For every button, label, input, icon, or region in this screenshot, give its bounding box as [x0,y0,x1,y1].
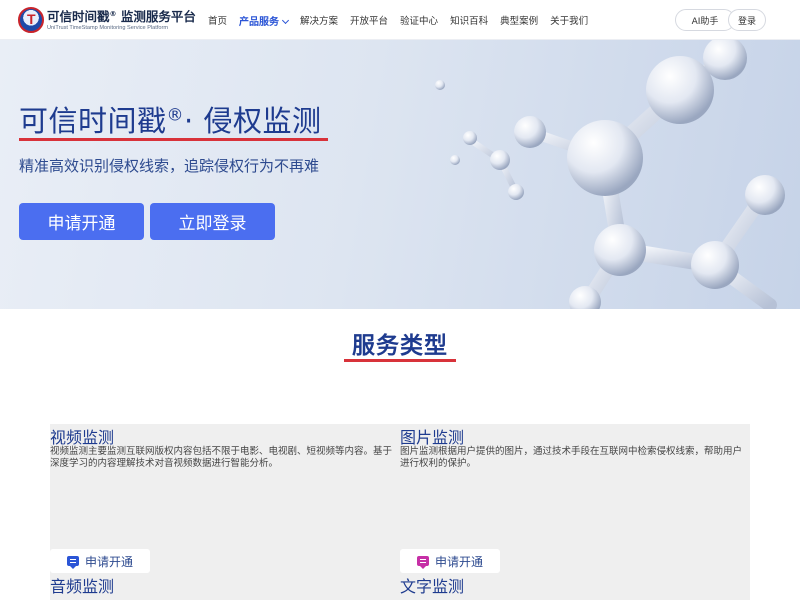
section-title: 服务类型 [352,333,448,359]
nav-knowledge[interactable]: 知识百科 [450,13,488,27]
enter-login-button[interactable]: 立即登录 [150,203,275,240]
chat-icon [66,556,79,569]
chat-icon [416,556,429,569]
nav-open-platform[interactable]: 开放平台 [350,13,388,27]
video-apply-button[interactable]: 申请开通 [50,549,150,573]
nav-about[interactable]: 关于我们 [550,13,588,27]
chevron-down-icon [281,16,290,24]
service-desc-video: 视频监测主要监测互联网版权内容包括不限于电影、电视剧、短视频等内容。基于深度学习… [50,446,393,469]
login-button[interactable]: 登录 [728,9,766,31]
image-apply-button[interactable]: 申请开通 [400,549,500,573]
hero-subtitle: 精准高效识别侵权线索，追踪侵权行为不再难 [19,157,320,175]
nav-verify-center[interactable]: 验证中心 [400,13,438,27]
nav-products[interactable]: 产品服务 [239,13,290,28]
nav-home[interactable]: 首页 [208,13,227,27]
hero-banner: 可信时间戳®· 侵权监测 精准高效识别侵权线索，追踪侵权行为不再难 申请开通 立… [0,40,800,309]
service-desc-image: 图片监测根据用户提供的图片，通过技术手段在互联网中检索侵权线索，帮助用户进行权利… [400,446,743,469]
brand-name: 可信时间戳® 监测服务平台 [47,9,196,25]
ai-assistant-button[interactable]: AI助手 [675,9,735,31]
nav-cases[interactable]: 典型案例 [500,13,538,27]
top-header: 可信时间戳® 监测服务平台 UniTrust TimeStamp Monitor… [0,0,800,40]
brand-logo-icon[interactable] [18,7,44,33]
service-title-audio: 音频监测 [50,577,115,596]
brand-subtitle: UniTrust TimeStamp Monitoring Service Pl… [47,25,169,32]
apply-button[interactable]: 申请开通 [19,203,144,240]
service-title-video: 视频监测 [50,428,115,447]
main-nav: 首页 产品服务 解决方案 开放平台 验证中心 知识百科 典型案例 关于我们 [208,0,600,40]
section-title-underline [344,359,456,362]
brand[interactable]: 可信时间戳® 监测服务平台 UniTrust TimeStamp Monitor… [47,7,196,32]
hero-title: 可信时间戳®· 侵权监测 [19,104,322,138]
service-title-text: 文字监测 [400,577,465,596]
nav-solutions[interactable]: 解决方案 [300,13,338,27]
service-title-image: 图片监测 [400,428,465,447]
hero-title-underline [19,138,328,141]
